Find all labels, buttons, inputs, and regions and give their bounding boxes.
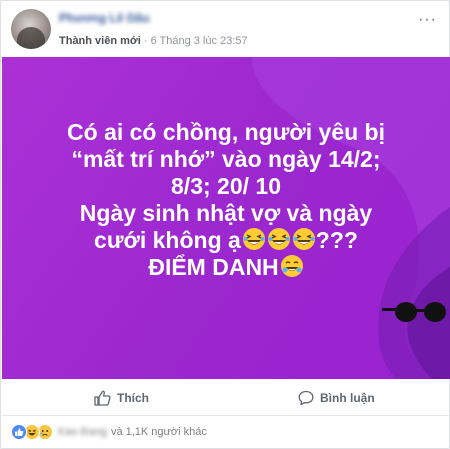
post-text-line-6: ĐIỂM DANH — [2, 254, 450, 281]
like-label: Thích — [117, 390, 149, 405]
laughing-emoji-icon — [242, 228, 265, 250]
author-avatar[interactable] — [11, 9, 51, 49]
member-badge: Thành viên mới — [59, 35, 141, 47]
reaction-others-count[interactable]: và 1,1K người khác — [111, 426, 207, 438]
laughing-emoji-icon — [267, 228, 290, 250]
more-options-icon[interactable]: ··· — [418, 11, 437, 29]
reaction-names: Kao Đang và 1,1K người khác — [58, 426, 207, 438]
thumbs-up-icon — [94, 390, 111, 406]
author-name[interactable]: Phương Lê Dâu — [59, 11, 150, 25]
post-card: Phương Lê Dâu Thành viên mới · 6 Tháng 3… — [0, 0, 450, 449]
post-header: Phương Lê Dâu Thành viên mới · 6 Tháng 3… — [1, 1, 449, 57]
laughing-emoji-icon — [292, 228, 315, 250]
post-meta: Thành viên mới · 6 Tháng 3 lúc 23:57 — [59, 35, 248, 47]
post-timestamp[interactable]: 6 Tháng 3 lúc 23:57 — [151, 35, 248, 47]
like-button[interactable]: Thích — [94, 379, 149, 416]
post-text-line-1: Có ai có chồng, người yêu bị — [67, 119, 385, 145]
post-text: Có ai có chồng, người yêu bị “mất trí nh… — [2, 119, 450, 281]
comment-label: Bình luận — [320, 390, 375, 405]
tears-of-joy-emoji-icon — [280, 255, 303, 277]
post-text-line-5b: ??? — [315, 227, 358, 253]
post-text-line-2: “mất trí nhớ” vào ngày 14/2; — [71, 146, 381, 172]
post-text-line-4: Ngày sinh nhật vợ và ngày — [79, 200, 373, 226]
post-action-bar: Thích Bình luận — [2, 379, 450, 416]
comment-button[interactable]: Bình luận — [298, 379, 375, 416]
like-reaction-icon — [11, 424, 27, 440]
reaction-summary[interactable]: Kao Đang và 1,1K người khác — [11, 422, 207, 442]
meta-separator: · — [140, 35, 151, 47]
post-text-line-3: 8/3; 20/ 10 — [171, 173, 281, 199]
post-text-line-6a: ĐIỂM DANH — [148, 254, 279, 280]
comment-bubble-icon — [298, 390, 314, 405]
post-background: Có ai có chồng, người yêu bị “mất trí nh… — [2, 57, 450, 379]
post-text-line-5: cưới không ạ??? — [2, 227, 450, 254]
post-text-line-5a: cưới không ạ — [94, 227, 241, 253]
reaction-first-name[interactable]: Kao Đang — [58, 426, 107, 438]
